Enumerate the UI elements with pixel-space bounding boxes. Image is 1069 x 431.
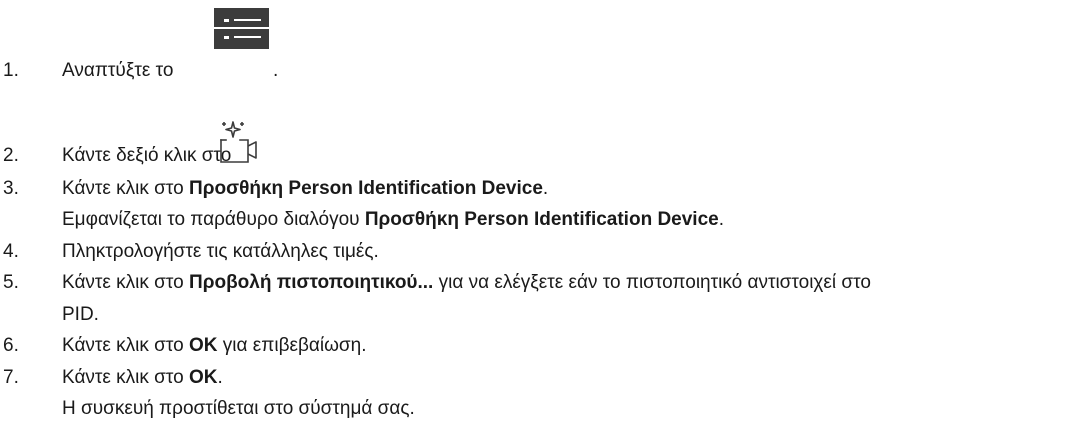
step-7-result: Η συσκευή προστίθεται στο σύστημά σας. — [62, 398, 415, 419]
step-text-before: Αναπτύξτε το — [62, 60, 174, 81]
result-text-before: Εμφανίζεται το παράθυρο διαλόγου — [62, 209, 365, 230]
step-text-after: . — [542, 178, 549, 199]
step-5-continuation: PID. — [62, 304, 99, 325]
step-text-before: Κάντε κλικ στο — [62, 272, 189, 293]
step-text: Κάντε δεξιό κλικ στο — [62, 145, 232, 166]
device-tree-list-icon — [214, 8, 269, 49]
step-text-after: . — [217, 367, 223, 388]
step-number: 4. — [3, 241, 19, 262]
step-3-result: Εμφανίζεται το παράθυρο διαλόγου Προσθήκ… — [62, 209, 724, 231]
ui-label-ok: OK — [189, 367, 218, 388]
step-text-after: για να ελέγξετε εάν το πιστοποιητικό αντ… — [433, 272, 871, 293]
step-number: 3. — [3, 178, 19, 199]
step-number: 2. — [3, 145, 19, 166]
step-number: 1. — [3, 60, 19, 81]
step-number: 6. — [3, 335, 19, 356]
person-identification-camera-icon — [220, 120, 262, 164]
step-text-before: Κάντε κλικ στο — [62, 335, 189, 356]
step-text: Κάντε κλικ στο Προβολή πιστοποιητικού...… — [62, 272, 871, 294]
step-text-after: . — [273, 60, 279, 81]
ui-label-ok: OK — [189, 335, 218, 356]
step-text-after: για επιβεβαίωση. — [217, 335, 367, 356]
ui-label-view-certificate: Προβολή πιστοποιητικού... — [189, 272, 434, 293]
step-text: Αναπτύξτε το — [62, 60, 173, 82]
step-text: Κάντε κλικ στο OK. — [62, 367, 223, 389]
step-text: Κάντε κλικ στο OK για επιβεβαίωση. — [62, 335, 367, 357]
ui-label-add-pid-dialog: Προσθήκη Person Identification Device — [364, 209, 719, 230]
step-text-before: Κάντε κλικ στο — [62, 178, 189, 199]
step-text-before: Κάντε κλικ στο — [62, 367, 189, 388]
step-text: Κάντε κλικ στο Προσθήκη Person Identific… — [62, 178, 548, 200]
result-text-after: . — [718, 209, 725, 230]
ui-label-add-pid: Προσθήκη Person Identification Device — [189, 178, 543, 199]
step-text: Πληκτρολογήστε τις κατάλληλες τιμές. — [62, 241, 379, 262]
step-number: 7. — [3, 367, 19, 388]
step-number: 5. — [3, 272, 19, 293]
